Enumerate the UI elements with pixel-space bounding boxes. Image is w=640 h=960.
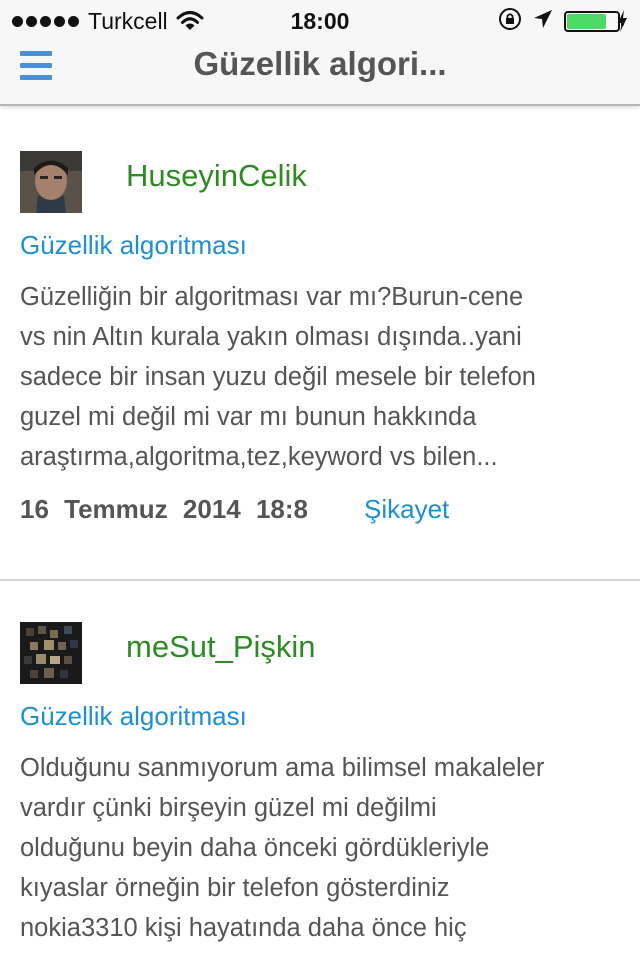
avatar[interactable] <box>20 151 82 213</box>
status-bar: Turkcell 18:00 <box>0 0 640 40</box>
post-body-line: Güzelliğin bir algoritması var mı?Burun-… <box>20 283 524 311</box>
post-title-link[interactable]: Güzellik algoritması <box>20 230 247 261</box>
post-body-line: olduğunu beyin daha önceki gördükleriyle <box>20 834 490 862</box>
location-arrow-icon <box>532 8 554 35</box>
post-title-link[interactable]: Güzellik algoritması <box>20 701 247 732</box>
post-body-line: vs nin Altın kurala yakın olması dışında… <box>20 323 522 351</box>
post-item: meSut_Pişkin Güzellik algoritması Olduğu… <box>0 581 640 960</box>
post-body: Olduğunu sanmıyorum ama bilimsel makalel… <box>20 748 620 948</box>
post-body-line: guzel mi değil mi var mı bunun hakkında <box>20 403 477 431</box>
post-body-line: sadece bir insan yuzu değil mesele bir t… <box>20 363 536 391</box>
battery-icon <box>564 9 628 33</box>
charging-bolt-icon <box>618 10 627 32</box>
post-body-line: araştırma,algoritma,tez,keyword vs bilen… <box>20 443 498 471</box>
nav-bar: Güzellik algori... <box>0 40 640 106</box>
post-body-line: nokia3310 kişi hayatında daha önce hiç <box>20 914 467 942</box>
post-username[interactable]: meSut_Pişkin <box>126 629 316 665</box>
page-title: Güzellik algori... <box>193 45 447 82</box>
report-link[interactable]: Şikayet <box>364 494 449 525</box>
post-date: 16 Temmuz 2014 18:8 <box>20 494 308 524</box>
post-body-line: kıyaslar örneğin bir telefon gösterdiniz <box>20 874 450 902</box>
status-right <box>488 7 628 36</box>
avatar[interactable] <box>20 622 82 684</box>
post-body: Güzelliğin bir algoritması var mı?Burun-… <box>20 277 620 477</box>
post-username[interactable]: HuseyinCelik <box>126 158 307 194</box>
post-item: HuseyinCelik Güzellik algoritması Güzell… <box>0 106 640 580</box>
post-body-line: vardır çünki birşeyin güzel mi değilmi <box>20 794 437 822</box>
post-body-line: Olduğunu sanmıyorum ama bilimsel makalel… <box>20 754 545 782</box>
battery-level <box>567 14 606 29</box>
orientation-lock-icon <box>498 7 522 36</box>
